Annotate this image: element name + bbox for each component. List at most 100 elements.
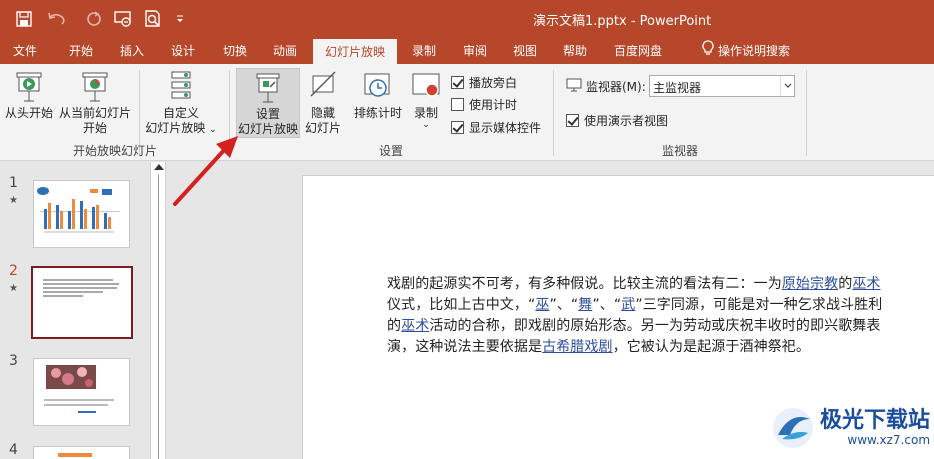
text-run: 仪式，比如上古中文，“	[387, 297, 536, 313]
tab-insert[interactable]: 插入	[108, 38, 156, 64]
redo-icon[interactable]	[82, 7, 106, 31]
chart-thumbnail-image	[37, 187, 120, 233]
record-button[interactable]: 录制 ⌄	[408, 70, 444, 130]
text-thumbnail-image	[43, 279, 119, 297]
separator	[806, 70, 807, 156]
tab-review[interactable]: 审阅	[452, 38, 498, 64]
from-beginning-button[interactable]: 从头开始	[2, 70, 56, 121]
checkbox-box	[451, 121, 464, 134]
play-from-current-icon	[82, 72, 108, 102]
show-media-controls-checkbox[interactable]: 显示媒体控件	[451, 119, 541, 136]
setup-show-icon	[256, 73, 280, 103]
slide-number: 4	[9, 442, 18, 458]
hyperlink-greek-drama[interactable]: 古希腊戏剧	[542, 339, 613, 355]
chevron-down-icon	[780, 76, 794, 96]
from-current-label-1: 从当前幻灯片	[58, 106, 131, 120]
animation-star-icon: ★	[9, 195, 18, 206]
slide-thumbnail-4[interactable]	[33, 446, 130, 459]
tab-home[interactable]: 开始	[56, 38, 106, 64]
text-run: 的	[838, 276, 853, 292]
hyperlink-martial[interactable]: 武	[621, 297, 635, 313]
slide-number: 2	[9, 263, 18, 279]
group-label-monitor: 监视器	[661, 144, 698, 158]
from-current-label-2: 开始	[82, 121, 107, 135]
slide-body-text[interactable]: 戏剧的起源实不可考，有多种假说。比较主流的看法有二：一为原始宗教的巫术仪式，比如…	[387, 274, 892, 358]
monitor-row: 监视器(M):	[566, 78, 646, 95]
text-run: ”、“	[549, 297, 579, 313]
slide-number: 1	[9, 175, 18, 191]
tell-me-search[interactable]: 操作说明搜索	[686, 38, 806, 64]
tab-slide-show[interactable]: 幻灯片放映	[313, 39, 397, 65]
photo-thumbnail-image	[44, 365, 114, 413]
monitor-icon	[566, 78, 582, 95]
checkbox-box	[451, 98, 464, 111]
hyperlink-witchcraft-2[interactable]: 巫术	[401, 318, 429, 334]
slide-thumbnail-2[interactable]	[31, 266, 133, 339]
text-run: 戏剧的起源实不可考，有多种假说。比较主流的看法有二：一为	[387, 276, 782, 292]
presenter-view-checkbox[interactable]: 使用演示者视图	[566, 112, 668, 129]
print-preview-icon[interactable]	[141, 7, 165, 31]
presenter-view-label: 使用演示者视图	[584, 114, 669, 128]
scroll-up-icon[interactable]	[154, 164, 164, 170]
custom-show-icon	[171, 71, 191, 99]
show-media-label: 显示媒体控件	[469, 121, 542, 135]
animation-star-icon: ★	[9, 283, 18, 294]
lightbulb-icon	[702, 39, 714, 65]
tab-view[interactable]: 视图	[503, 38, 547, 64]
hide-slide-icon	[310, 71, 336, 97]
slide-number: 3	[9, 353, 18, 369]
slide-thumbnail-3[interactable]	[33, 358, 130, 426]
watermark-name: 极光下载站	[820, 408, 931, 433]
customize-qat-icon[interactable]	[171, 7, 189, 31]
chevron-down-icon: ⌄	[422, 120, 430, 130]
undo-icon[interactable]	[44, 7, 70, 31]
presenter-icon[interactable]	[111, 7, 137, 31]
text-run: ”、“	[592, 297, 622, 313]
watermark-url: www.xz7.com	[847, 433, 931, 447]
record-label: 录制	[413, 106, 438, 120]
scrollbar-track	[158, 174, 159, 459]
tab-file[interactable]: 文件	[0, 38, 50, 64]
checkbox-box	[451, 76, 464, 89]
from-beginning-label: 从头开始	[4, 106, 53, 120]
annotation-arrow	[173, 136, 238, 206]
hide-label-2: 幻灯片	[304, 121, 341, 135]
rehearse-timings-icon	[364, 73, 390, 97]
record-icon	[412, 73, 440, 97]
hyperlink-wu[interactable]: 巫	[535, 297, 549, 313]
hyperlink-witchcraft[interactable]: 巫术	[852, 276, 880, 292]
rehearse-label: 排练计时	[353, 106, 402, 120]
rehearse-timings-button[interactable]: 排练计时	[350, 70, 406, 121]
custom-show-label-1: 自定义	[162, 106, 199, 120]
custom-slide-show-button[interactable]: 自定义 幻灯片放映 ⌄	[143, 70, 219, 138]
hyperlink-dance[interactable]: 舞	[578, 297, 592, 313]
monitor-label: 监视器(M):	[586, 80, 646, 94]
save-icon[interactable]	[12, 7, 36, 31]
play-narration-checkbox[interactable]: 播放旁白	[451, 74, 517, 91]
tab-baidu-netdisk[interactable]: 百度网盘	[606, 38, 670, 64]
watermark-icon	[773, 408, 813, 448]
tab-design[interactable]: 设计	[160, 38, 206, 64]
tab-help[interactable]: 帮助	[553, 38, 597, 64]
hyperlink-primitive-religion[interactable]: 原始宗教	[782, 276, 838, 292]
slide-thumbnail-1[interactable]	[33, 180, 130, 248]
use-timings-checkbox[interactable]: 使用计时	[451, 96, 517, 113]
thumbnail-scrollbar[interactable]	[150, 162, 166, 459]
setup-label-1: 设置	[255, 107, 280, 121]
watermark-logo: 极光下载站 www.xz7.com	[770, 402, 930, 454]
slide-thumbnail-pane: 1 ★ 2 ★ 3 4	[0, 162, 150, 459]
hide-slide-button[interactable]: 隐藏 幻灯片	[302, 70, 344, 136]
setup-slide-show-button[interactable]: 设置 幻灯片放映	[236, 68, 300, 138]
monitor-select[interactable]: 主监视器	[649, 75, 795, 97]
separator	[553, 70, 554, 156]
group-label-setup: 设置	[378, 144, 403, 158]
hide-label-1: 隐藏	[310, 106, 335, 120]
play-narration-label: 播放旁白	[469, 76, 518, 90]
use-timings-label: 使用计时	[469, 98, 518, 112]
tab-transitions[interactable]: 切换	[212, 38, 258, 64]
checkbox-box	[566, 114, 579, 127]
title-thumbnail-image	[58, 453, 92, 457]
tab-record[interactable]: 录制	[402, 38, 446, 64]
from-current-slide-button[interactable]: 从当前幻灯片 开始	[57, 70, 133, 136]
tab-animations[interactable]: 动画	[262, 38, 308, 64]
